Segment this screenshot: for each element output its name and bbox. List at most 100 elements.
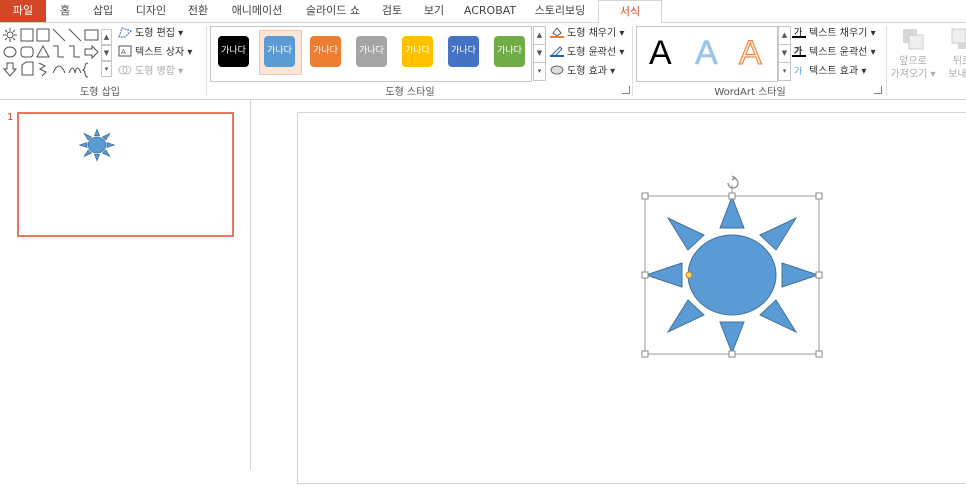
tab-review[interactable]: 검토 <box>374 0 410 22</box>
brace-shape-icon[interactable] <box>81 62 89 78</box>
right-arrow-shape-icon[interactable] <box>84 44 99 60</box>
oval-shape-icon[interactable] <box>3 46 17 58</box>
edit-shape-icon <box>118 27 132 38</box>
rectangle-shape-icon[interactable] <box>84 29 99 41</box>
shapes-scroll-up-icon[interactable]: ▲ <box>101 29 112 45</box>
group-label-insert-shapes: 도형 삽입 <box>80 87 120 98</box>
group-label-wordart: WordArt 스타일 <box>714 87 786 98</box>
slide-thumbnail[interactable] <box>17 112 234 237</box>
text-outline-icon: 가 <box>792 46 806 57</box>
ribbon: ▲ ▼ ▾ 도형 편집 ▾ A 텍스트 상자 ▾ 도형 병합 ▾ 도형 삽입 가나… <box>0 23 966 100</box>
send-backward-label-1: 뒤로 <box>952 56 966 67</box>
tab-slideshow[interactable]: 슬라이드 쇼 <box>298 0 368 22</box>
wordart-style-black[interactable]: A <box>649 33 672 73</box>
text-outline-button[interactable]: 가 텍스트 윤곽선 ▾ <box>792 44 876 61</box>
text-effects-button[interactable]: 가 텍스트 효과 ▾ <box>792 63 866 80</box>
wordart-scroll-up-icon[interactable]: ▲ <box>778 26 791 45</box>
tab-animations[interactable]: 애니메이션 <box>224 0 290 22</box>
arc-shape-icon[interactable] <box>52 65 66 74</box>
tab-view[interactable]: 보기 <box>416 0 452 22</box>
text-fill-button[interactable]: 가 텍스트 채우기 ▾ <box>792 25 876 42</box>
adjustment-handle <box>685 271 693 279</box>
tab-storyboarding[interactable]: 스토리보딩 <box>526 0 594 22</box>
shape-outline-label: 도형 윤곽선 <box>567 47 617 58</box>
paint-bucket-icon <box>550 27 564 38</box>
tab-acrobat[interactable]: ACROBAT <box>460 0 520 22</box>
bring-forward-button[interactable]: 앞으로 가져오기 ▾ <box>890 27 936 81</box>
shape-fill-button[interactable]: 도형 채우기 ▾ <box>550 25 624 42</box>
styles-scroll-up-icon[interactable]: ▲ <box>533 26 546 45</box>
shape-effects-label: 도형 효과 <box>567 66 607 77</box>
thumbnail-sun-shape <box>78 128 116 162</box>
tab-design[interactable]: 디자인 <box>128 0 174 22</box>
text-box-button[interactable]: A 텍스트 상자 ▾ <box>118 44 192 61</box>
tab-transitions[interactable]: 전환 <box>178 0 218 22</box>
styles-more-icon[interactable]: ▾ <box>533 62 546 81</box>
line-shape-icon[interactable] <box>52 28 66 42</box>
lightning-shape-icon[interactable] <box>38 62 47 77</box>
group-separator <box>206 26 207 96</box>
text-box-shape-icon[interactable] <box>20 28 34 42</box>
shape-outline-button[interactable]: 도형 윤곽선 ▾ <box>550 44 624 61</box>
shapes-gallery[interactable]: ▲ ▼ ▾ <box>2 27 112 79</box>
shape-styles-launcher-icon[interactable] <box>622 86 630 94</box>
down-arrow-shape-icon[interactable] <box>2 62 18 77</box>
shape-fill-label: 도형 채우기 <box>567 28 617 39</box>
shapes-more-icon[interactable]: ▾ <box>101 61 112 77</box>
slide-canvas[interactable] <box>297 112 966 484</box>
curve-shape-icon[interactable] <box>68 67 82 74</box>
text-fill-icon: 가 <box>792 27 806 38</box>
arrow-line-icon[interactable] <box>68 28 82 42</box>
shape-effects-button[interactable]: 도형 효과 ▾ <box>550 63 615 80</box>
elbow-connector-icon[interactable] <box>53 45 64 58</box>
wordart-launcher-icon[interactable] <box>874 86 882 94</box>
svg-text:가: 가 <box>794 66 802 76</box>
rounded-rect-shape-icon[interactable] <box>20 46 34 58</box>
text-outline-label: 텍스트 윤곽선 <box>809 47 868 58</box>
slide-editor[interactable] <box>251 100 966 484</box>
send-backward-icon <box>951 28 966 49</box>
sun-shape-icon[interactable] <box>3 28 17 42</box>
shape-style-swatch[interactable]: 가나다 <box>402 36 433 67</box>
text-effects-label: 텍스트 효과 <box>809 66 859 77</box>
tab-format[interactable]: 서식 <box>598 0 662 24</box>
send-backward-label-2: 보내기 <box>948 69 966 80</box>
pentagon-callout-icon[interactable] <box>21 61 34 76</box>
text-box-label: 텍스트 상자 <box>135 47 185 58</box>
text-fill-label: 텍스트 채우기 <box>809 28 868 39</box>
elbow-arrow-connector-icon[interactable] <box>69 45 80 58</box>
slide-thumbnail-pane[interactable]: 1 <box>0 100 251 470</box>
shape-style-swatch[interactable]: 가나다 <box>264 36 295 67</box>
tab-insert[interactable]: 삽입 <box>84 0 122 22</box>
wordart-style-blue[interactable]: A <box>695 33 718 73</box>
shape-style-swatch[interactable]: 가나다 <box>494 36 525 67</box>
shape-styles-gallery[interactable]: 가나다 가나다 가나다 가나다 가나다 가나다 가나다 <box>210 26 532 82</box>
triangle-shape-icon[interactable] <box>36 44 50 58</box>
merge-shapes-label: 도형 병합 <box>135 66 175 77</box>
shape-style-swatch[interactable]: 가나다 <box>356 36 387 67</box>
tab-home[interactable]: 홈 <box>50 0 80 22</box>
shapes-gallery-icons <box>2 28 99 78</box>
shape-effects-icon <box>550 65 564 75</box>
svg-text:A: A <box>121 48 126 56</box>
merge-shapes-button[interactable]: 도형 병합 ▾ <box>118 63 183 80</box>
shape-style-swatch[interactable]: 가나다 <box>448 36 479 67</box>
shape-style-swatch[interactable]: 가나다 <box>310 36 341 67</box>
ribbon-tab-bar: 파일 홈 삽입 디자인 전환 애니메이션 슬라이드 쇼 검토 보기 ACROBA… <box>0 0 966 24</box>
edit-shape-label: 도형 편집 <box>135 28 175 39</box>
bring-forward-icon <box>903 29 924 50</box>
shapes-scroll-down-icon[interactable]: ▼ <box>101 45 112 61</box>
vertical-text-box-icon[interactable] <box>36 28 50 42</box>
wordart-style-orange-outline[interactable]: A <box>739 33 763 73</box>
shape-style-swatch[interactable]: 가나다 <box>218 36 249 67</box>
text-box-icon: A <box>118 45 132 57</box>
wordart-more-icon[interactable]: ▾ <box>778 62 791 81</box>
slide-number: 1 <box>7 112 14 123</box>
sun-shape[interactable] <box>298 113 966 483</box>
wordart-gallery[interactable]: A A A <box>636 26 778 82</box>
edit-shape-button[interactable]: 도형 편집 ▾ <box>118 25 183 42</box>
styles-scroll-down-icon[interactable]: ▼ <box>533 44 546 63</box>
tab-file[interactable]: 파일 <box>0 0 46 22</box>
wordart-scroll-down-icon[interactable]: ▼ <box>778 44 791 63</box>
send-backward-button[interactable]: 뒤로 보내기 <box>942 27 966 81</box>
